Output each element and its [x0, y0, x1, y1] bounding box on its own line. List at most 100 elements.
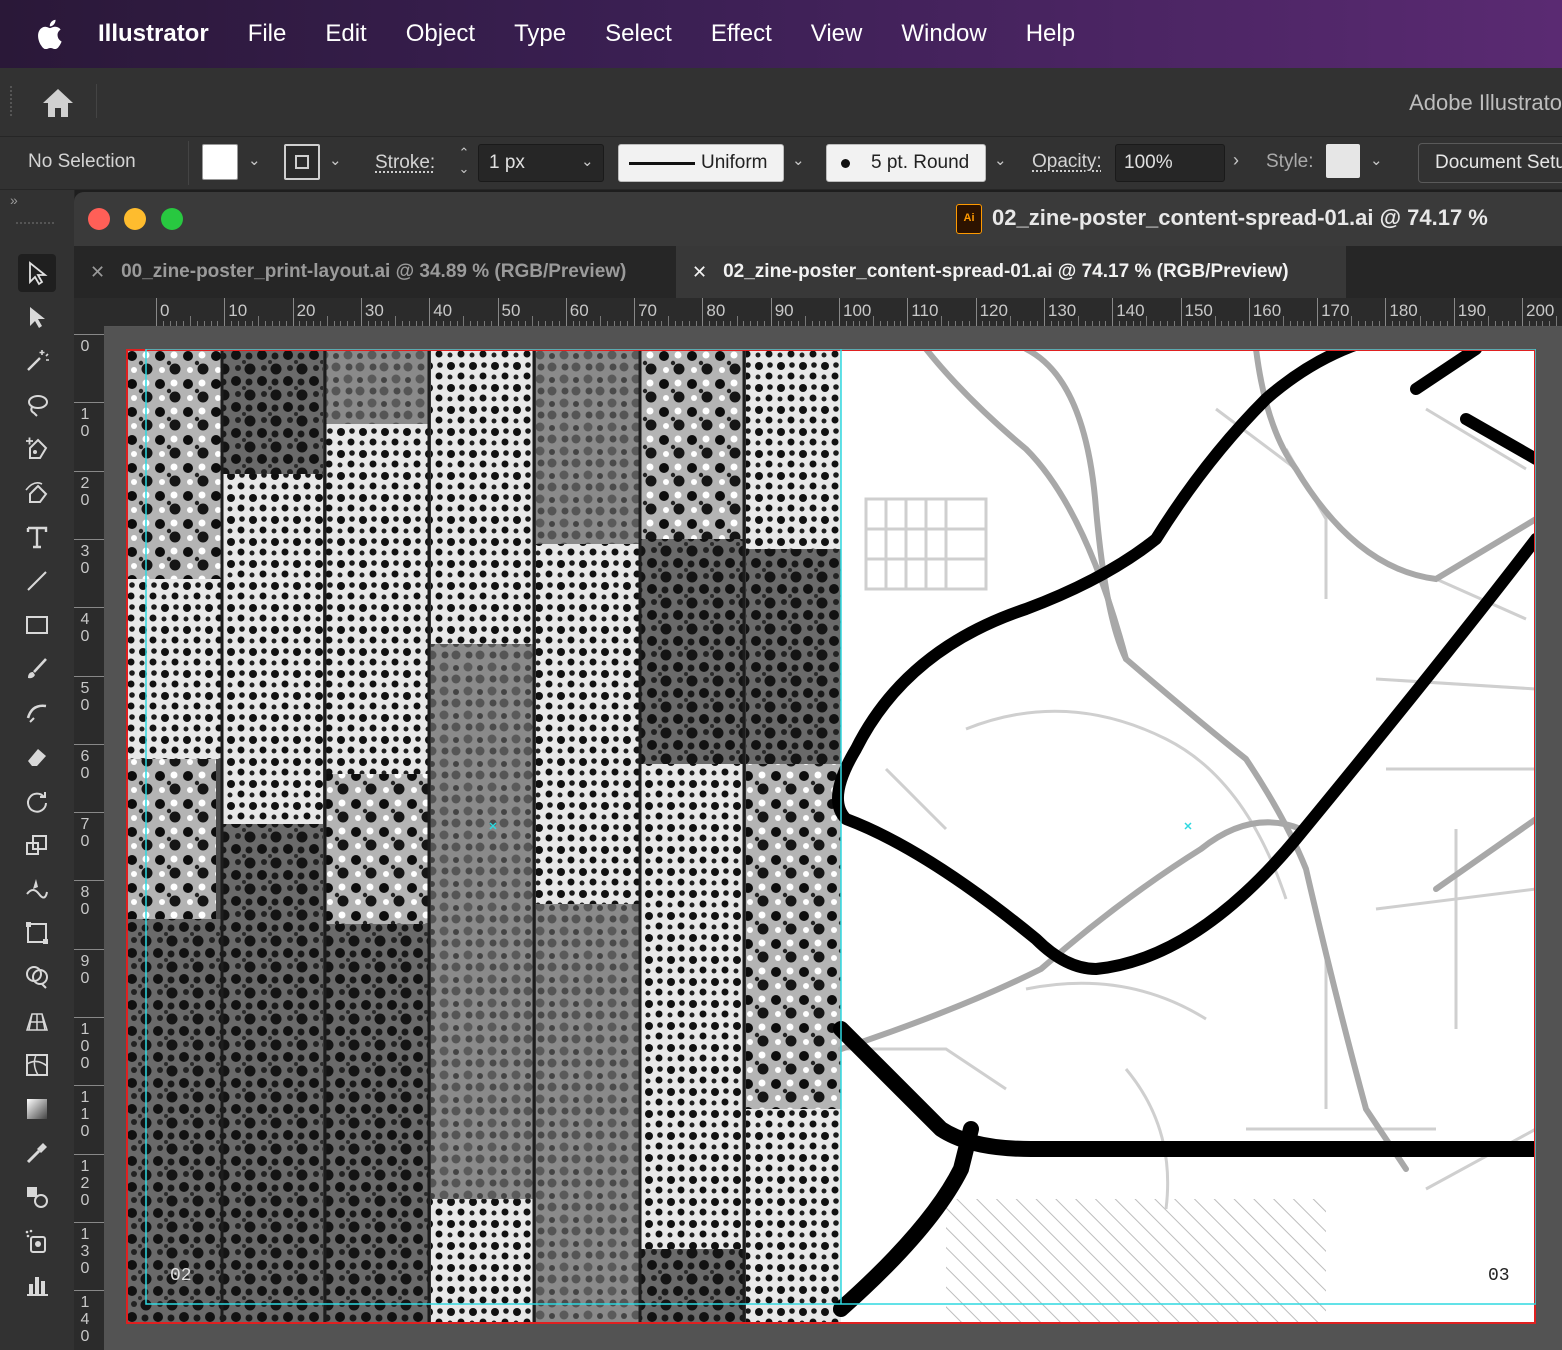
- direct-selection-tool-icon[interactable]: [18, 298, 56, 336]
- column-graph-tool-icon[interactable]: [18, 1266, 56, 1304]
- style-swatch[interactable]: [1326, 144, 1360, 178]
- ruler-label: 140: [1116, 301, 1145, 320]
- ruler-minor-tick: [640, 321, 642, 326]
- mesh-tool-icon[interactable]: [18, 1046, 56, 1084]
- brush-definition[interactable]: 5 pt. Round: [826, 144, 986, 182]
- menu-edit[interactable]: Edit: [325, 20, 366, 48]
- shape-builder-tool-icon[interactable]: [18, 958, 56, 996]
- menu-type[interactable]: Type: [514, 20, 566, 48]
- magic-wand-tool-icon[interactable]: [18, 342, 56, 380]
- ruler-minor-tick: [1412, 321, 1414, 326]
- ruler-minor-tick: [866, 321, 868, 326]
- tab-content-spread[interactable]: ✕ 02_zine-poster_content-spread-01.ai @ …: [676, 246, 1346, 298]
- menu-object[interactable]: Object: [406, 20, 475, 48]
- menu-effect[interactable]: Effect: [711, 20, 772, 48]
- ruler-minor-tick: [729, 321, 731, 326]
- menu-select[interactable]: Select: [605, 20, 672, 48]
- shaper-tool-icon[interactable]: [18, 694, 56, 732]
- ruler-minor-tick: [1221, 321, 1223, 326]
- artwork[interactable]: 02 03: [126, 349, 1536, 1324]
- ruler-minor-tick: [203, 321, 205, 326]
- ruler-minor-tick: [1501, 321, 1503, 326]
- ruler-minor-tick: [313, 321, 315, 326]
- variable-width-profile[interactable]: Uniform: [618, 144, 784, 182]
- document-setup-button[interactable]: Document Setu: [1418, 143, 1562, 183]
- gradient-tool-icon[interactable]: [18, 1090, 56, 1128]
- ruler-minor-tick: [961, 321, 963, 326]
- type-tool-icon[interactable]: [18, 518, 56, 556]
- chevron-down-icon[interactable]: ⌄: [994, 151, 1007, 169]
- minimize-window-button[interactable]: [124, 208, 146, 230]
- ruler-minor-tick: [470, 321, 472, 326]
- warp-tool-icon[interactable]: [18, 870, 56, 908]
- menu-help[interactable]: Help: [1026, 20, 1075, 48]
- stroke-label[interactable]: Stroke:: [375, 152, 435, 174]
- close-tab-icon[interactable]: ✕: [692, 262, 707, 283]
- vertical-ruler[interactable]: 010203040506070809010011012013014015: [74, 326, 105, 1350]
- menu-window[interactable]: Window: [901, 20, 986, 48]
- stroke-swatch[interactable]: [284, 144, 320, 180]
- menu-app-name[interactable]: Illustrator: [98, 20, 209, 48]
- ruler-minor-tick: [1194, 321, 1196, 326]
- horizontal-ruler[interactable]: 0 10 20 30 40 50 60 70 80 90 100 110 120 130 140 150 160…: [104, 298, 1562, 327]
- rectangle-tool-icon[interactable]: [18, 606, 56, 644]
- blend-tool-icon[interactable]: [18, 1178, 56, 1216]
- rotate-tool-icon[interactable]: [18, 782, 56, 820]
- curvature-tool-icon[interactable]: [18, 474, 56, 512]
- chevron-down-icon[interactable]: ⌄: [329, 151, 342, 169]
- symbol-sprayer-tool-icon[interactable]: [18, 1222, 56, 1260]
- ruler-minor-tick: [1474, 321, 1476, 326]
- apple-logo-icon[interactable]: [36, 19, 62, 49]
- ruler-minor-tick: [934, 321, 936, 326]
- chevron-right-icon[interactable]: ›: [1233, 150, 1239, 171]
- ruler-minor-tick: [354, 321, 356, 326]
- ruler-minor-tick: [675, 321, 677, 326]
- ruler-label: 90: [80, 952, 90, 987]
- line-tool-icon[interactable]: [18, 562, 56, 600]
- ruler-origin[interactable]: [74, 298, 104, 326]
- home-icon[interactable]: [40, 86, 76, 120]
- ruler-label: 80: [80, 884, 90, 919]
- perspective-grid-tool-icon[interactable]: [18, 1002, 56, 1040]
- pen-tool-icon[interactable]: [18, 430, 56, 468]
- stroke-weight-field[interactable]: 1 px ⌄: [478, 144, 604, 182]
- ruler-label: 20: [80, 474, 90, 509]
- canvas-area[interactable]: 02 03: [104, 327, 1562, 1350]
- zoom-window-button[interactable]: [161, 208, 183, 230]
- free-transform-tool-icon[interactable]: [18, 914, 56, 952]
- ruler-minor-tick: [579, 321, 581, 326]
- close-tab-icon[interactable]: ✕: [90, 262, 105, 283]
- ruler-tick: [156, 298, 157, 326]
- ruler-minor-tick: [606, 321, 608, 326]
- tab-print-layout[interactable]: ✕ 00_zine-poster_print-layout.ai @ 34.89…: [74, 246, 676, 298]
- selection-tool-icon[interactable]: [18, 254, 56, 292]
- lasso-tool-icon[interactable]: [18, 386, 56, 424]
- artboard[interactable]: 02 03: [126, 349, 1536, 1324]
- ruler-minor-tick: [415, 321, 417, 326]
- opacity-field[interactable]: 100%: [1115, 144, 1225, 182]
- opacity-label[interactable]: Opacity:: [1032, 151, 1102, 173]
- panel-grip[interactable]: [16, 222, 54, 227]
- ruler-minor-tick: [620, 321, 622, 326]
- ruler-minor-tick: [1173, 321, 1175, 326]
- eraser-tool-icon[interactable]: [18, 738, 56, 776]
- ruler-tick: [74, 880, 104, 882]
- eyedropper-tool-icon[interactable]: [18, 1134, 56, 1172]
- chevron-down-icon[interactable]: ⌄: [792, 151, 805, 169]
- close-window-button[interactable]: [88, 208, 110, 230]
- paintbrush-tool-icon[interactable]: [18, 650, 56, 688]
- expand-panel-icon[interactable]: »: [10, 192, 18, 208]
- stroke-stepper[interactable]: ⌃ ⌄: [454, 145, 474, 181]
- menu-file[interactable]: File: [248, 20, 287, 48]
- fill-swatch[interactable]: [202, 144, 238, 180]
- ruler-minor-tick: [285, 321, 287, 326]
- ruler-minor-tick: [442, 321, 444, 326]
- scale-tool-icon[interactable]: [18, 826, 56, 864]
- menu-view[interactable]: View: [811, 20, 863, 48]
- ruler-minor-tick: [258, 316, 260, 326]
- panel-grip[interactable]: [10, 86, 16, 116]
- chevron-down-icon[interactable]: ⌄: [1370, 151, 1383, 169]
- ruler-minor-tick: [996, 321, 998, 326]
- ruler-minor-tick: [1446, 321, 1448, 326]
- chevron-down-icon[interactable]: ⌄: [248, 151, 261, 169]
